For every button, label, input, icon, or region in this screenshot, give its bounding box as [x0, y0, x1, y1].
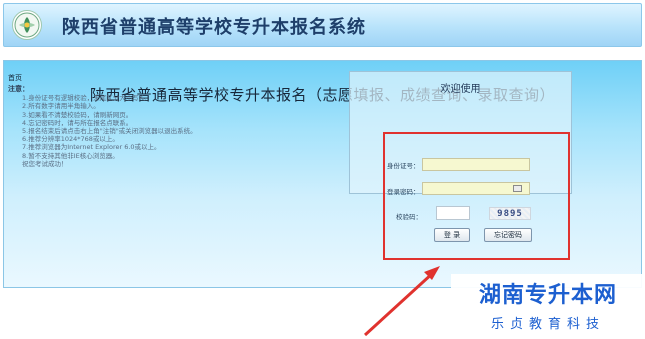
watermark-subtitle: 乐贞教育科技	[490, 317, 605, 332]
page: 陕西省普通高等学校专升本报名系统 首页 陕西省普通高等学校专升本报名（志愿填报、…	[0, 0, 645, 339]
watermark-title: 湖南专升本网	[478, 283, 617, 308]
